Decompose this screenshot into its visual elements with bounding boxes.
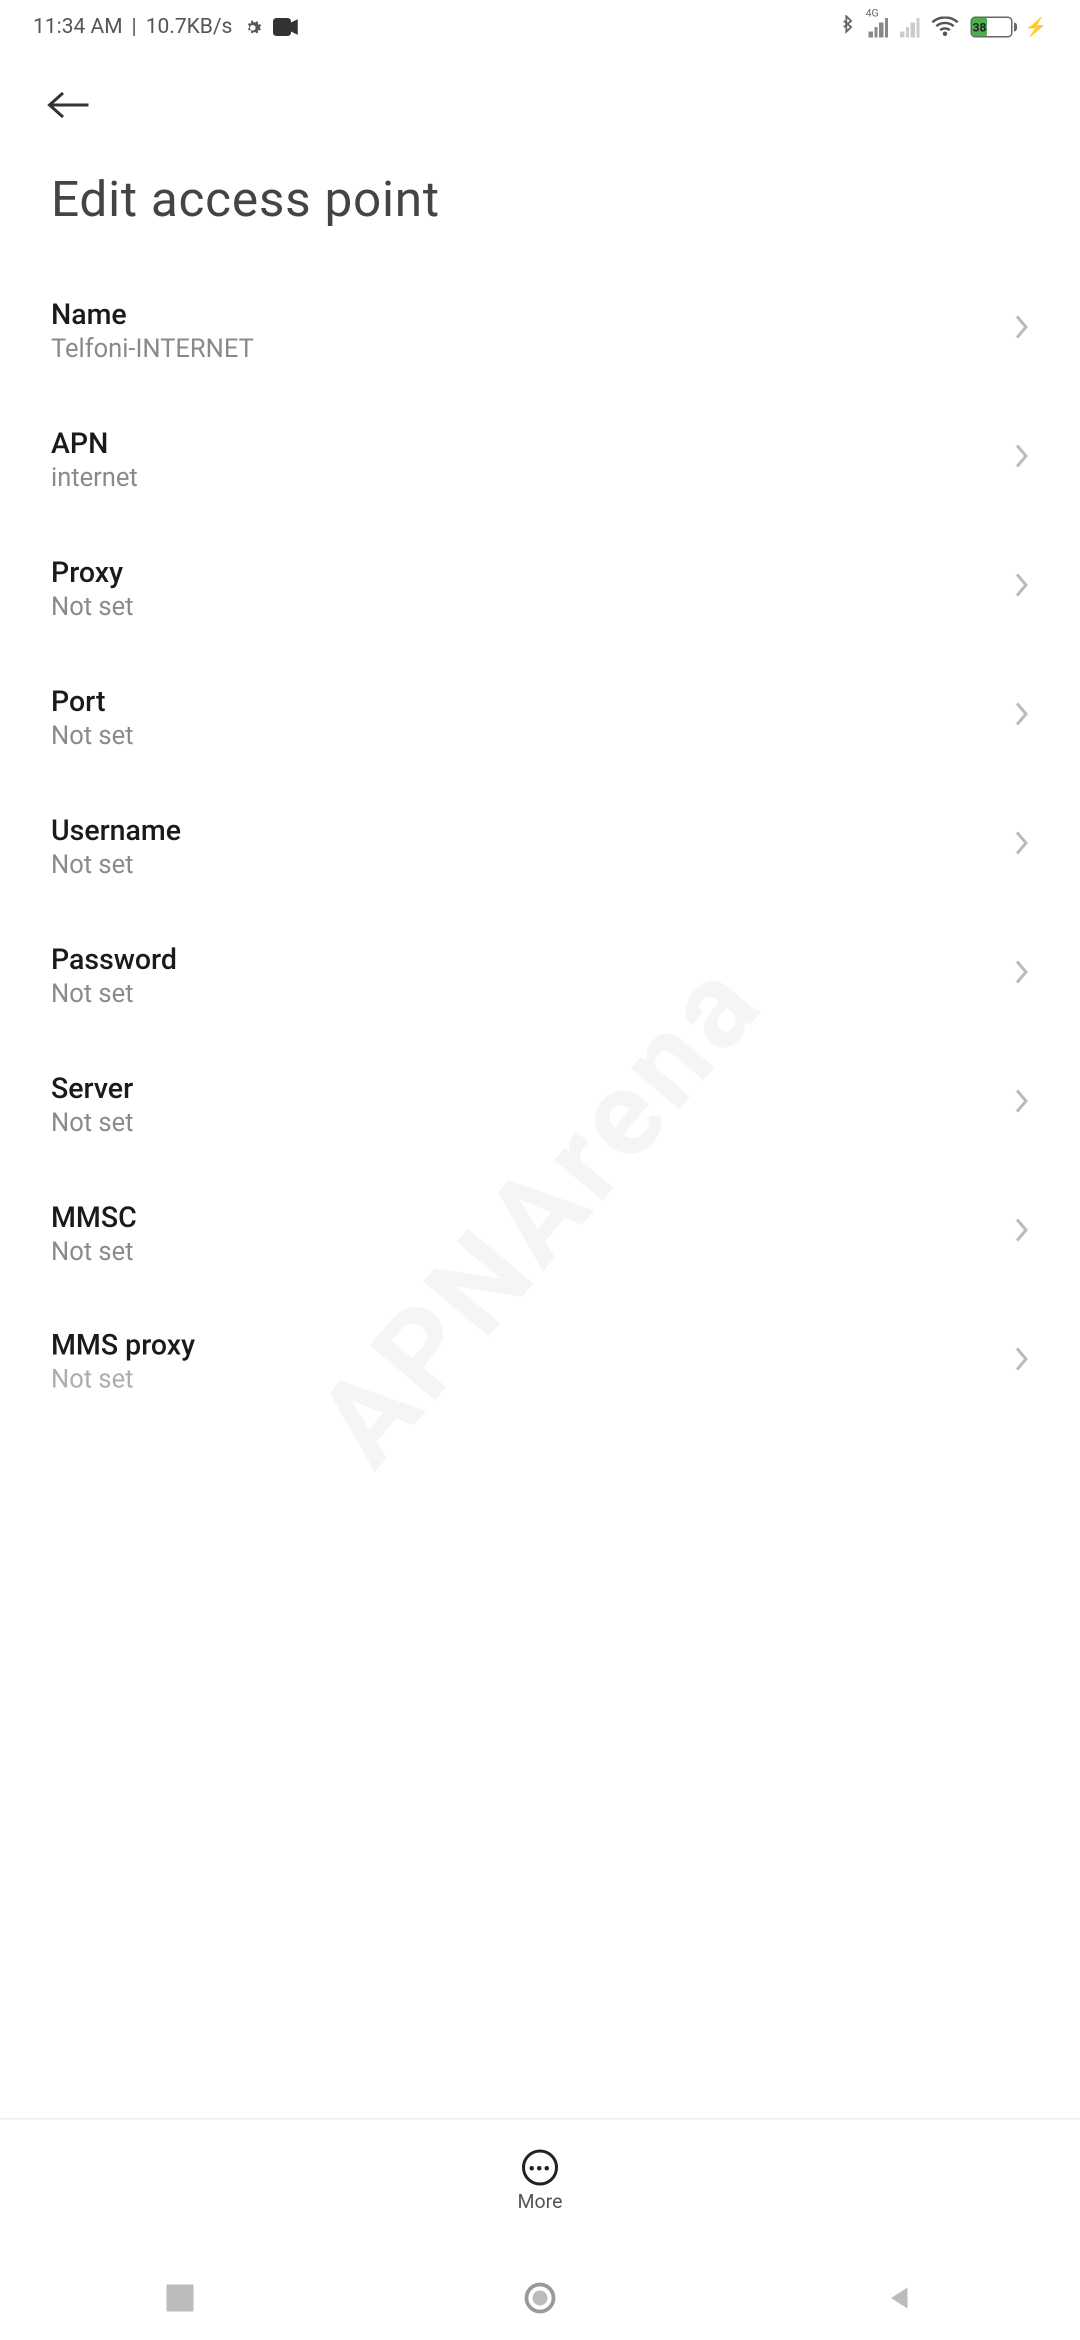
- nav-recent-button[interactable]: [120, 2268, 240, 2328]
- wifi-icon: [932, 17, 959, 38]
- header: Edit access point: [0, 54, 1080, 230]
- status-bar: 11:34 AM | 10.7KB/s 4G 38 ⚡: [0, 0, 1080, 54]
- signal-4g-icon: 4G: [869, 17, 889, 38]
- android-nav-bar: [0, 2256, 1080, 2340]
- status-speed: 10.7KB/s: [146, 15, 233, 39]
- apn-server-row[interactable]: Server Not set: [51, 1040, 1029, 1169]
- chevron-right-icon: [1014, 1345, 1029, 1378]
- status-left: 11:34 AM | 10.7KB/s: [33, 15, 300, 39]
- item-value: Not set: [51, 979, 1014, 1009]
- chevron-right-icon: [1014, 701, 1029, 734]
- chevron-right-icon: [1014, 314, 1029, 347]
- item-value: Not set: [51, 721, 1014, 751]
- chevron-right-icon: [1014, 830, 1029, 863]
- item-label: Server: [51, 1070, 1014, 1105]
- apn-mmsproxy-row[interactable]: MMS proxy Not set: [51, 1298, 1029, 1405]
- item-value: Not set: [51, 1365, 1014, 1395]
- item-label: Name: [51, 296, 1014, 331]
- item-value: Not set: [51, 850, 1014, 880]
- charging-icon: ⚡: [1025, 17, 1047, 38]
- more-label: More: [518, 2192, 563, 2215]
- apn-proxy-row[interactable]: Proxy Not set: [51, 524, 1029, 653]
- apn-username-row[interactable]: Username Not set: [51, 782, 1029, 911]
- item-value: Telfoni-INTERNET: [51, 334, 1014, 364]
- item-label: Port: [51, 683, 1014, 718]
- item-label: MMS proxy: [51, 1328, 1014, 1363]
- item-label: Password: [51, 941, 1014, 976]
- item-value: Not set: [51, 1108, 1014, 1138]
- apn-name-row[interactable]: Name Telfoni-INTERNET: [51, 266, 1029, 395]
- apn-port-row[interactable]: Port Not set: [51, 653, 1029, 782]
- chevron-right-icon: [1014, 959, 1029, 992]
- chevron-right-icon: [1014, 443, 1029, 476]
- signal-nosim-icon: [900, 17, 920, 38]
- apn-password-row[interactable]: Password Not set: [51, 911, 1029, 1040]
- item-label: Username: [51, 812, 1014, 847]
- item-label: Proxy: [51, 554, 1014, 589]
- chevron-right-icon: [1014, 1088, 1029, 1121]
- settings-list: Name Telfoni-INTERNET APN internet Proxy…: [0, 266, 1080, 1405]
- item-value: internet: [51, 463, 1014, 493]
- gear-icon: [241, 16, 264, 39]
- battery-icon: 38: [971, 17, 1013, 38]
- apn-apn-row[interactable]: APN internet: [51, 395, 1029, 524]
- back-button[interactable]: [45, 75, 105, 135]
- nav-back-button[interactable]: [840, 2268, 960, 2328]
- apn-mmsc-row[interactable]: MMSC Not set: [51, 1169, 1029, 1298]
- chevron-right-icon: [1014, 572, 1029, 605]
- more-icon: [522, 2150, 558, 2186]
- status-right: 4G 38 ⚡: [839, 15, 1047, 39]
- bluetooth-icon: [839, 15, 857, 39]
- item-label: APN: [51, 425, 1014, 460]
- bottom-toolbar: More: [0, 2118, 1080, 2244]
- page-title: Edit access point: [51, 171, 1029, 230]
- item-label: MMSC: [51, 1199, 1014, 1234]
- nav-home-button[interactable]: [480, 2268, 600, 2328]
- item-value: Not set: [51, 1237, 1014, 1267]
- chevron-right-icon: [1014, 1217, 1029, 1250]
- more-button[interactable]: More: [518, 2150, 563, 2215]
- status-time: 11:34 AM: [33, 15, 123, 39]
- item-value: Not set: [51, 592, 1014, 622]
- camera-icon: [273, 18, 300, 36]
